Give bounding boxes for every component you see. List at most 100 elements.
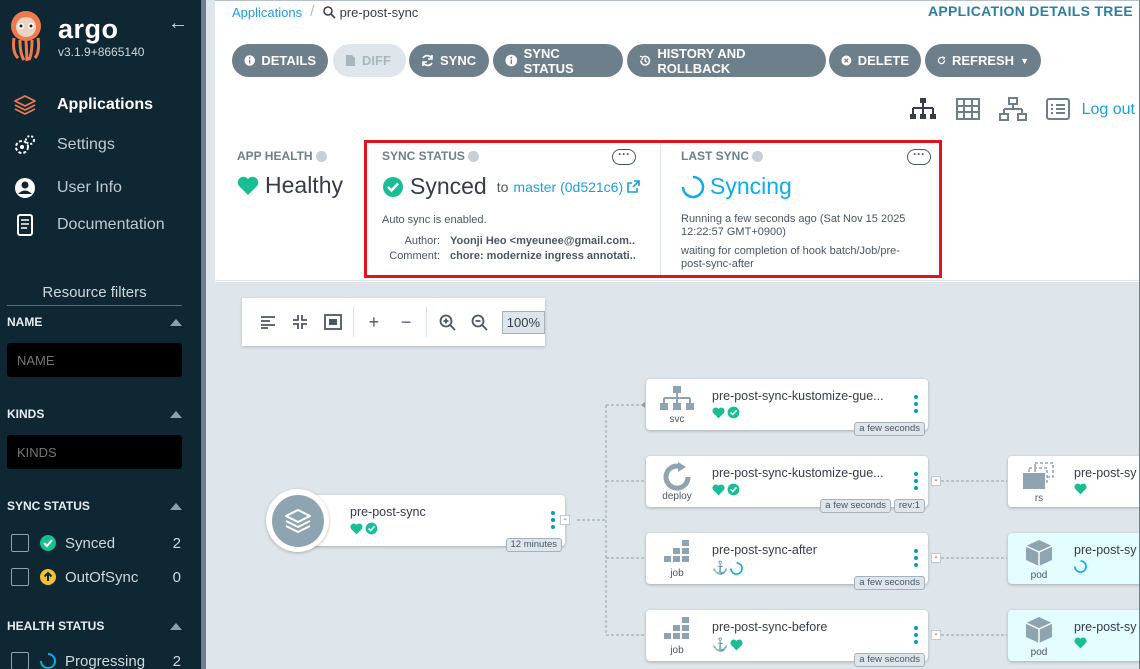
svc-icon: svc	[658, 385, 696, 425]
anchor-hook-icon: ⚓	[712, 637, 729, 652]
checkbox[interactable]	[11, 652, 29, 669]
nav-documentation[interactable]: Documentation	[12, 213, 165, 237]
app-health-value: Healthy	[237, 172, 343, 199]
name-filter-header[interactable]: NAME	[7, 315, 182, 329]
sync-status-button[interactable]: SYNC STATUS	[493, 44, 623, 77]
filter-outofsync[interactable]: OutOfSync 0	[11, 568, 181, 586]
root-app-node[interactable]: pre-post-sync 12 minutes -	[266, 489, 570, 552]
node-menu-icon[interactable]	[914, 395, 918, 413]
collapse-triangle-icon[interactable]	[170, 410, 182, 418]
help-icon[interactable]	[468, 151, 480, 163]
refresh-button[interactable]: REFRESH ▼	[925, 44, 1041, 77]
node-title: pre-post-sync-after	[712, 543, 817, 557]
collapse-triangle-icon[interactable]	[170, 502, 182, 510]
sync-status-highlight-box: SYNC STATUS ··· Synced to master (0d521c…	[364, 140, 942, 278]
revision-link[interactable]: master (0d521c6)	[513, 179, 623, 195]
filter-progressing[interactable]: Progressing 2	[11, 652, 181, 669]
resource-node-job-after[interactable]: job pre-post-sync-after ⚓ a few seconds …	[646, 533, 941, 590]
resource-node-deploy[interactable]: deploy pre-post-sync-kustomize-gue... a …	[646, 456, 941, 513]
sync-status-more-button[interactable]: ···	[612, 148, 636, 165]
last-sync-running-text: Running a few seconds ago (Sat Nov 15 20…	[681, 213, 906, 238]
history-rollback-button[interactable]: HISTORY AND ROLLBACK	[627, 44, 826, 77]
sync-status-filter-header[interactable]: SYNC STATUS	[7, 499, 182, 513]
job-icon: job	[658, 539, 696, 579]
author-label: Author:	[404, 235, 440, 247]
external-link-icon[interactable]	[627, 180, 640, 193]
check-circle-icon	[383, 176, 403, 197]
pod-icon: pod	[1020, 616, 1058, 658]
search-icon	[322, 5, 336, 19]
diff-button[interactable]: DIFF	[333, 44, 406, 77]
node-menu-icon[interactable]	[914, 626, 918, 644]
collapse-minus-icon[interactable]: -	[931, 630, 941, 640]
nav-user-info[interactable]: User Info	[12, 176, 122, 200]
last-sync-section[interactable]: LAST SYNC ··· Syncing Running a few seco…	[660, 143, 940, 275]
health-status-filter-header[interactable]: HEALTH STATUS	[7, 619, 182, 633]
book-icon	[12, 213, 38, 237]
logout-link[interactable]: Log out	[1082, 101, 1135, 119]
nav-applications[interactable]: Applications	[12, 93, 153, 117]
resource-node-rs[interactable]: rs pre-post-sy	[1008, 456, 1139, 507]
breadcrumb: Applications / pre-post-sync	[232, 3, 419, 20]
checkbox[interactable]	[11, 568, 29, 586]
node-kind: job	[670, 645, 684, 656]
checkbox[interactable]	[11, 534, 29, 552]
deploy-icon: deploy	[658, 462, 696, 502]
button-label: SYNC	[440, 53, 477, 68]
name-filter-input[interactable]	[7, 343, 182, 377]
heart-icon	[730, 639, 743, 651]
sync-to-text: to	[496, 178, 509, 195]
pod-icon: pod	[1020, 539, 1058, 581]
node-menu-icon[interactable]	[914, 549, 918, 567]
nav-settings[interactable]: Settings	[12, 133, 115, 157]
app-version: v3.1.9+8665140	[58, 45, 145, 59]
collapse-minus-icon[interactable]: -	[931, 476, 941, 486]
resource-node-pod-before[interactable]: pod pre-post-sy	[1008, 610, 1139, 661]
check-circle-icon	[40, 535, 56, 551]
sync-button[interactable]: SYNC	[409, 44, 489, 77]
node-title: pre-post-sync-before	[712, 620, 828, 634]
node-kind: rs	[1034, 493, 1044, 504]
node-menu-icon[interactable]	[914, 472, 918, 490]
network-view-icon[interactable]	[999, 97, 1027, 121]
sync-text: Synced	[410, 173, 487, 199]
last-sync-more-button[interactable]: ···	[907, 148, 931, 165]
help-icon[interactable]	[315, 151, 327, 163]
sync-status-filter-label: SYNC STATUS	[7, 499, 90, 513]
node-title: pre-post-sync-kustomize-gue...	[712, 389, 884, 403]
breadcrumb-applications-link[interactable]: Applications	[232, 5, 302, 20]
list-view-icon[interactable]	[1046, 98, 1070, 120]
collapse-minus-icon[interactable]: -	[560, 515, 570, 525]
node-status	[712, 483, 740, 496]
resource-node-pod-after[interactable]: pod pre-post-sy	[1008, 533, 1139, 584]
heart-icon	[1074, 483, 1087, 495]
collapse-triangle-icon[interactable]	[170, 318, 182, 326]
author-value: Yoonji Heo <myeunee@gmail.com...	[450, 235, 635, 247]
history-icon	[639, 55, 651, 66]
sidebar-divider[interactable]	[201, 0, 215, 669]
collapse-minus-icon[interactable]: -	[931, 553, 941, 563]
delete-button[interactable]: DELETE	[829, 44, 921, 77]
sync-status-value: Synced to master (0d521c6)	[382, 173, 657, 200]
sync-status-section[interactable]: SYNC STATUS ··· Synced to master (0d521c…	[382, 148, 657, 275]
node-status	[350, 522, 378, 535]
collapse-triangle-icon[interactable]	[170, 622, 182, 630]
resource-node-job-before[interactable]: job pre-post-sync-before ⚓ a few seconds…	[646, 610, 941, 667]
kinds-filter-label: KINDS	[7, 407, 45, 421]
details-button[interactable]: DETAILS	[232, 44, 328, 77]
resource-node-svc[interactable]: svc pre-post-sync-kustomize-gue... a few…	[646, 379, 928, 436]
kinds-filter-input[interactable]	[7, 435, 182, 469]
resource-tree-canvas[interactable]: + − 100% pre-post-sync 12 minutes - svc …	[215, 282, 1139, 669]
collapse-arrow-icon[interactable]: ←	[168, 12, 188, 35]
node-status	[1074, 483, 1087, 495]
node-menu-icon[interactable]	[551, 511, 555, 529]
filter-synced[interactable]: Synced 2	[11, 534, 181, 552]
grid-view-icon[interactable]	[956, 98, 980, 120]
kinds-filter-header[interactable]: KINDS	[7, 407, 182, 421]
layers-icon	[12, 93, 38, 117]
heart-icon	[712, 484, 725, 495]
tree-view-icon[interactable]	[909, 97, 937, 121]
gears-icon	[12, 133, 38, 157]
info-icon	[244, 55, 255, 66]
help-icon[interactable]	[752, 151, 764, 163]
